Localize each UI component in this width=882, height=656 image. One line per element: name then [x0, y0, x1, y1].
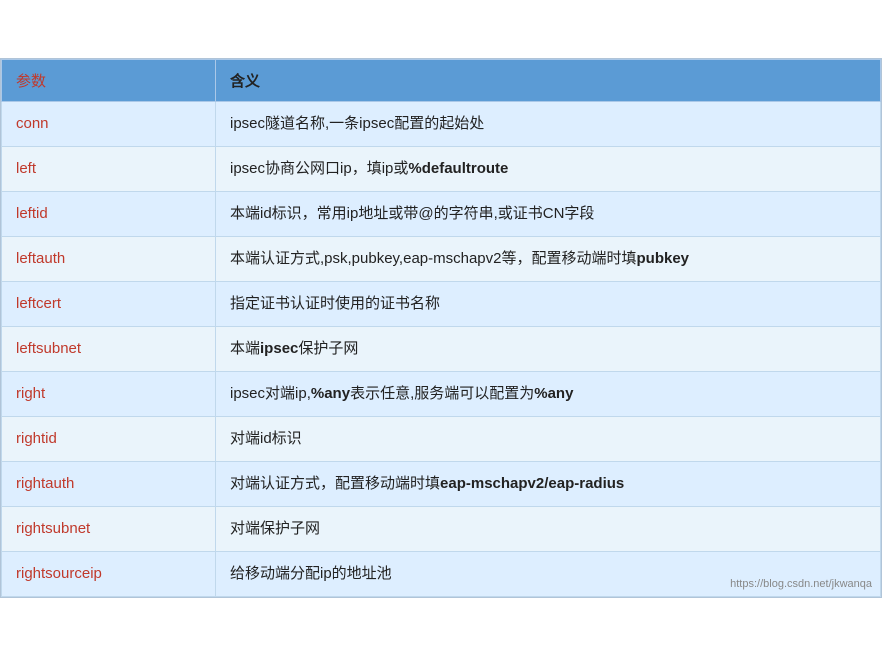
- params-table: 参数 含义 connipsec隧道名称,一条ipsec配置的起始处leftips…: [1, 59, 881, 597]
- table-header-row: 参数 含义: [2, 60, 881, 102]
- desc-cell: 给移动端分配ip的地址池: [216, 552, 881, 597]
- table-body: connipsec隧道名称,一条ipsec配置的起始处leftipsec协商公网…: [2, 102, 881, 597]
- table-row: rightsourceip给移动端分配ip的地址池: [2, 552, 881, 597]
- desc-cell: 指定证书认证时使用的证书名称: [216, 282, 881, 327]
- desc-cell: ipsec协商公网口ip，填ip或%defaultroute: [216, 147, 881, 192]
- table-row: leftsubnet本端ipsec保护子网: [2, 327, 881, 372]
- desc-cell: 对端id标识: [216, 417, 881, 462]
- param-cell: rightauth: [2, 462, 216, 507]
- header-param: 参数: [2, 60, 216, 102]
- param-cell: conn: [2, 102, 216, 147]
- table-row: leftipsec协商公网口ip，填ip或%defaultroute: [2, 147, 881, 192]
- table-row: rightipsec对端ip,%any表示任意,服务端可以配置为%any: [2, 372, 881, 417]
- param-cell: leftauth: [2, 237, 216, 282]
- desc-cell: 本端ipsec保护子网: [216, 327, 881, 372]
- table-row: rightid对端id标识: [2, 417, 881, 462]
- param-cell: rightsubnet: [2, 507, 216, 552]
- desc-cell: 本端认证方式,psk,pubkey,eap-mschapv2等，配置移动端时填p…: [216, 237, 881, 282]
- table-row: connipsec隧道名称,一条ipsec配置的起始处: [2, 102, 881, 147]
- desc-cell: 本端id标识，常用ip地址或带@的字符串,或证书CN字段: [216, 192, 881, 237]
- desc-cell: 对端保护子网: [216, 507, 881, 552]
- table-container: 参数 含义 connipsec隧道名称,一条ipsec配置的起始处leftips…: [0, 58, 882, 598]
- desc-cell: ipsec隧道名称,一条ipsec配置的起始处: [216, 102, 881, 147]
- param-cell: leftcert: [2, 282, 216, 327]
- param-cell: leftid: [2, 192, 216, 237]
- param-cell: right: [2, 372, 216, 417]
- table-row: leftid本端id标识，常用ip地址或带@的字符串,或证书CN字段: [2, 192, 881, 237]
- table-row: leftauth本端认证方式,psk,pubkey,eap-mschapv2等，…: [2, 237, 881, 282]
- table-row: rightsubnet对端保护子网: [2, 507, 881, 552]
- table-wrapper: 参数 含义 connipsec隧道名称,一条ipsec配置的起始处leftips…: [0, 58, 882, 598]
- param-cell: rightsourceip: [2, 552, 216, 597]
- param-cell: left: [2, 147, 216, 192]
- desc-cell: ipsec对端ip,%any表示任意,服务端可以配置为%any: [216, 372, 881, 417]
- param-cell: leftsubnet: [2, 327, 216, 372]
- param-cell: rightid: [2, 417, 216, 462]
- table-row: rightauth对端认证方式，配置移动端时填eap-mschapv2/eap-…: [2, 462, 881, 507]
- table-row: leftcert指定证书认证时使用的证书名称: [2, 282, 881, 327]
- desc-cell: 对端认证方式，配置移动端时填eap-mschapv2/eap-radius: [216, 462, 881, 507]
- header-desc: 含义: [216, 60, 881, 102]
